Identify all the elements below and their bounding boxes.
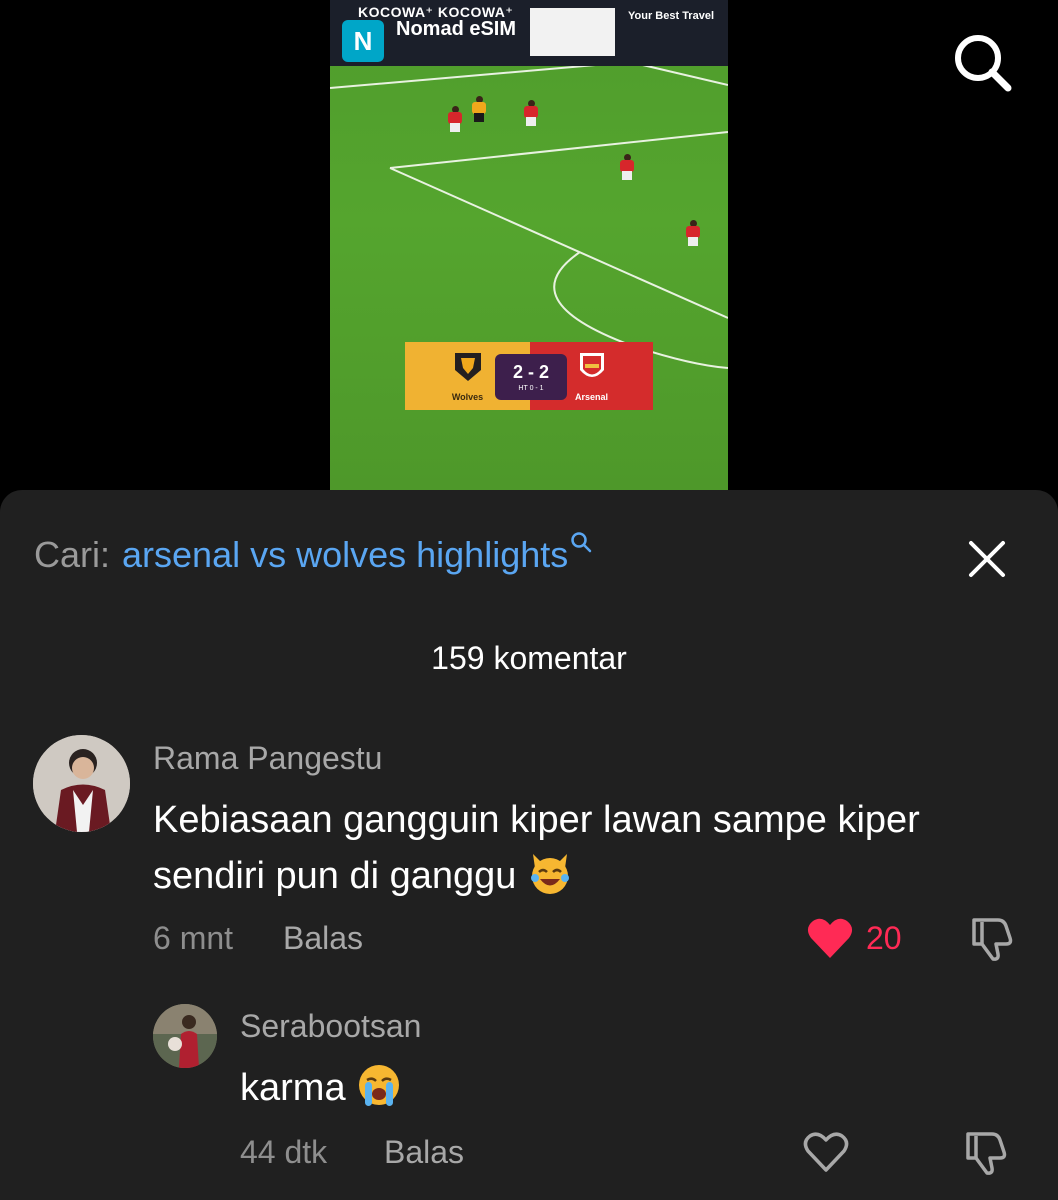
video-player[interactable]: KOCOWA⁺ KOCOWA⁺ N Nomad eSIM Your Best T… bbox=[330, 0, 728, 490]
search-icon bbox=[571, 532, 592, 553]
ad-nomad-text: Nomad eSIM bbox=[396, 18, 517, 40]
heart-filled-icon[interactable] bbox=[806, 916, 854, 960]
avatar-image bbox=[153, 1004, 217, 1068]
comment-text: Kebiasaan gangguin kiper lawan sampe kip… bbox=[153, 792, 920, 904]
avatar[interactable] bbox=[153, 1004, 217, 1068]
comments-count: 159 komentar bbox=[431, 640, 627, 676]
avatar[interactable] bbox=[33, 735, 130, 832]
reply-button[interactable]: Balas bbox=[283, 920, 363, 957]
comment-text-line: Kebiasaan gangguin kiper lawan sampe kip… bbox=[153, 799, 920, 841]
nomad-logo-icon: N bbox=[342, 20, 384, 62]
like-count: 20 bbox=[866, 920, 902, 956]
search-suggestion[interactable]: Cari: arsenal vs wolves highlights bbox=[34, 532, 592, 576]
close-icon[interactable] bbox=[964, 536, 1010, 582]
laughing-cat-emoji-icon bbox=[530, 854, 569, 894]
search-query-link[interactable]: arsenal vs wolves highlights bbox=[122, 534, 568, 576]
reply-button[interactable]: Balas bbox=[384, 1134, 464, 1171]
search-prefix-label: Cari: bbox=[34, 534, 111, 575]
ad-panel bbox=[530, 8, 615, 56]
comment-text: karma bbox=[240, 1060, 402, 1116]
comment-username[interactable]: Serabootsan bbox=[240, 1008, 421, 1045]
player bbox=[524, 100, 538, 126]
comment-timestamp: 44 dtk bbox=[240, 1134, 328, 1170]
dislike-icon[interactable] bbox=[962, 1128, 1010, 1176]
comment-username[interactable]: Rama Pangestu bbox=[153, 740, 382, 777]
halftime-text: HT 0 - 1 bbox=[518, 385, 544, 392]
player bbox=[448, 106, 462, 132]
wolves-crest-icon bbox=[454, 353, 481, 381]
dislike-icon[interactable] bbox=[968, 914, 1016, 962]
crying-face-emoji-icon bbox=[359, 1065, 400, 1106]
avatar-image bbox=[33, 735, 130, 832]
advertising-board: KOCOWA⁺ KOCOWA⁺ N Nomad eSIM Your Best T… bbox=[330, 0, 728, 66]
search-icon[interactable] bbox=[952, 32, 1014, 94]
score-text: 2 - 2 bbox=[512, 362, 550, 382]
player bbox=[620, 154, 634, 180]
arsenal-crest-icon bbox=[579, 353, 604, 377]
comment-text-line: karma bbox=[240, 1067, 346, 1109]
heart-outline-icon[interactable] bbox=[802, 1130, 850, 1174]
ad-travel-text: Your Best Travel bbox=[628, 10, 714, 22]
scoreboard: Wolves Arsenal 2 - 2 HT 0 - 1 bbox=[405, 342, 653, 410]
player bbox=[472, 96, 486, 122]
pitch-lines bbox=[330, 60, 728, 369]
score-box: 2 - 2 HT 0 - 1 bbox=[495, 354, 567, 400]
player bbox=[686, 220, 700, 246]
comment-timestamp: 6 mnt bbox=[153, 920, 234, 956]
comment-text-line: sendiri pun di ganggu bbox=[153, 855, 517, 897]
